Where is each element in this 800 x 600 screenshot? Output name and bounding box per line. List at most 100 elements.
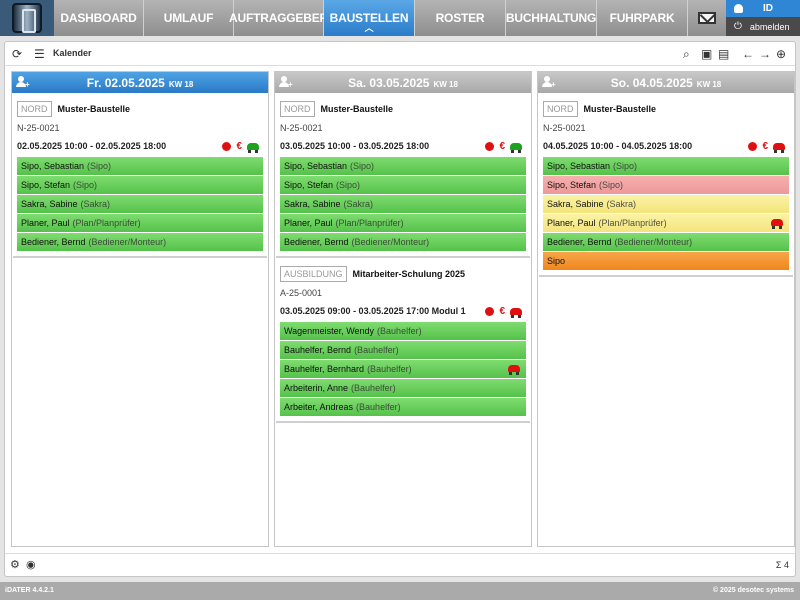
staff-row[interactable]: Sipo, Stefan (Sipo) [280,176,526,194]
day-column: + Sa. 03.05.2025 KW 18 NORD Muster-Baustelle… [274,71,532,547]
job-name[interactable]: Muster-Baustelle [58,104,131,114]
car-icon [510,308,522,318]
app-logo[interactable] [0,0,54,36]
day-header[interactable]: + So. 04.05.2025 KW 18 [538,72,794,93]
calendar-check-icon[interactable]: ▣ [701,47,712,61]
job-card[interactable]: AUSBILDUNG Mitarbeiter-Schulung 2025 A-25-… [276,266,530,423]
euro-icon: € [762,141,768,152]
staff-role: (Sipo) [336,180,361,190]
staff-row[interactable]: Sipo, Stefan (Sipo) [17,176,263,194]
staff-row[interactable]: Bediener, Bernd (Bediener/Monteur) [543,233,789,251]
staff-row[interactable]: Planer, Paul (Plan/Planprüfer) [543,214,789,232]
settings-gears-icon[interactable]: ⚙ [10,558,20,571]
nav-tab-roster[interactable]: ROSTER [415,0,506,36]
nav-tab-baustellen[interactable]: BAUSTELLEN ︿ [324,0,415,36]
job-card[interactable]: NORD Muster-Baustelle N-25-0021 02.05.2025 … [13,101,267,258]
nav-tab-fuhrpark[interactable]: FUHRPARK [597,0,688,36]
user-name: ID [763,3,773,14]
arrow-right-icon[interactable]: → [759,47,771,61]
staff-row[interactable]: Sakra, Sabine (Sakra) [17,195,263,213]
staff-role: (Bediener/Monteur) [614,237,693,247]
day-header[interactable]: + Sa. 03.05.2025 KW 18 [275,72,531,93]
staff-row[interactable]: Sipo, Sebastian (Sipo) [280,157,526,175]
staff-row[interactable]: Sipo, Stefan (Sipo) [543,176,789,194]
calendar-week: KW 18 [168,79,194,89]
nav-tab-label: BUCHHALTUNG [505,11,597,25]
job-name[interactable]: Muster-Baustelle [584,104,657,114]
refresh-icon[interactable]: ⟳ [12,47,22,61]
region-badge: NORD [543,101,578,117]
staff-role: (Bediener/Monteur) [88,237,167,247]
staff-row[interactable]: Planer, Paul (Plan/Planprüfer) [280,214,526,232]
add-person-icon[interactable]: + [16,76,30,89]
staff-name: Bauhelfer, Bernd [284,345,352,355]
staff-row[interactable]: Sipo, Sebastian (Sipo) [543,157,789,175]
car-icon [508,365,520,375]
calendar-icon[interactable]: ▤ [718,47,729,61]
add-person-icon[interactable]: + [542,76,556,89]
user-info[interactable]: ID [726,0,800,17]
nav-tab-dashboard[interactable]: DASHBOARD [54,0,144,36]
staff-row[interactable]: Bauhelfer, Bernd (Bauhelfer) [280,341,526,359]
calendar-panel: ⟳ ☰ Kalender ⌕ ▣ ▤ ← → ⊕ + Fr. 02.05.2025… [4,41,796,577]
arrow-left-icon[interactable]: ← [742,47,754,61]
staff-name: Sipo, Stefan [284,180,334,190]
staff-role: (Plan/Planprüfer) [598,218,667,228]
euro-icon: € [236,141,242,152]
job-separator [539,275,793,277]
day-header[interactable]: + Fr. 02.05.2025 KW 18 [12,72,268,93]
toggle-icon[interactable]: ◉ [26,558,36,571]
nav-tab-umlauf[interactable]: UMLAUF [144,0,234,36]
car-icon [771,219,783,229]
search-icon[interactable]: ⌕ [683,47,690,61]
staff-row[interactable]: Sakra, Sabine (Sakra) [280,195,526,213]
logout-button[interactable]: ⏻ abmelden [726,17,800,36]
menu-icon[interactable]: ☰ [34,47,45,61]
mail-button[interactable] [688,0,726,36]
job-time: 04.05.2025 10:00 - 04.05.2025 18:00 [543,141,693,151]
staff-name: Bediener, Bernd [547,237,612,247]
version-label: iDATER 4.4.2.1 [5,587,54,594]
staff-row[interactable]: Arbeiterin, Anne (Bauhelfer) [280,379,526,397]
staff-row[interactable]: Bediener, Bernd (Bediener/Monteur) [280,233,526,251]
staff-row[interactable]: Wagenmeister, Wendy (Bauhelfer) [280,322,526,340]
staff-name: Wagenmeister, Wendy [284,326,375,336]
calendar-toolbar: ⟳ ☰ Kalender ⌕ ▣ ▤ ← → ⊕ [5,42,795,66]
status-dot-icon [485,142,495,151]
staff-name: Sipo, Stefan [547,180,597,190]
staff-role: (Bauhelfer) [356,402,401,412]
staff-role: (Plan/Planprüfer) [335,218,404,228]
add-person-icon[interactable]: + [279,76,293,89]
sum-count: Σ 4 [775,560,789,570]
staff-role: (Sakra) [343,199,374,209]
staff-role: (Sipo) [613,161,638,171]
job-name[interactable]: Mitarbeiter-Schulung 2025 [353,269,466,279]
job-card[interactable]: NORD Muster-Baustelle N-25-0021 03.05.2025 … [276,101,530,258]
staff-role: (Bauhelfer) [377,326,422,336]
staff-row[interactable]: Bauhelfer, Bernhard (Bauhelfer) [280,360,526,378]
day-date: So. 04.05.2025 [610,75,693,90]
staff-list: Sipo, Sebastian (Sipo) Sipo, Stefan (Sipo) S… [543,157,789,270]
job-name[interactable]: Muster-Baustelle [321,104,394,114]
nav-tab-label: FUHRPARK [609,11,675,25]
add-circle-icon[interactable]: ⊕ [776,47,786,61]
staff-row[interactable]: Sipo, Sebastian (Sipo) [17,157,263,175]
user-icon [734,4,743,13]
staff-row[interactable]: Sakra, Sabine (Sakra) [543,195,789,213]
staff-row[interactable]: Planer, Paul (Plan/Planprüfer) [17,214,263,232]
nav-tab-buchhaltung[interactable]: BUCHHALTUNG [506,0,597,36]
staff-name: Sipo, Sebastian [284,161,348,171]
staff-role: (Sipo) [599,180,624,190]
copyright-label: © 2025 desotec systems [712,587,794,594]
nav-tab-auftraggeber[interactable]: AUFTRAGGEBER [229,0,328,36]
staff-row[interactable]: Bediener, Bernd (Bediener/Monteur) [17,233,263,251]
job-time: 03.05.2025 09:00 - 03.05.2025 17:00 Modu… [280,306,466,316]
staff-name: Sipo [547,256,566,266]
staff-row[interactable]: Arbeiter, Andreas (Bauhelfer) [280,398,526,416]
job-card[interactable]: NORD Muster-Baustelle N-25-0021 04.05.2025 … [539,101,793,277]
nav-tab-label: DASHBOARD [60,11,137,25]
staff-row[interactable]: Sipo [543,252,789,270]
job-number: N-25-0021 [280,123,323,133]
region-badge: NORD [17,101,52,117]
car-icon [773,143,785,153]
